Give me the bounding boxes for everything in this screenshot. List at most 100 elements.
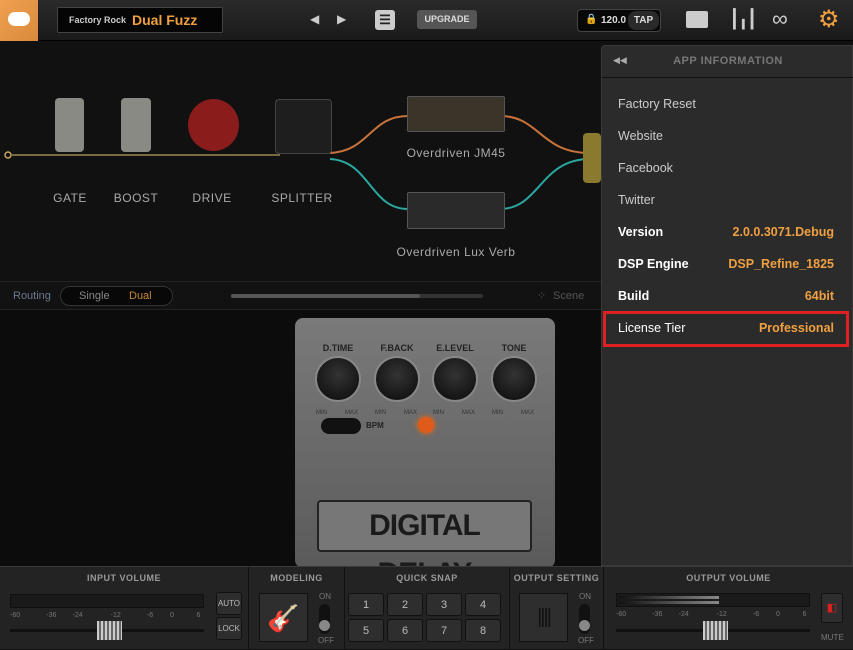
preset-list-icon[interactable] (686, 11, 708, 28)
row-label: Version (618, 225, 664, 239)
volume-tick-label: 6 (196, 612, 201, 619)
cloud-logo-icon[interactable] (0, 0, 38, 41)
splitter-module[interactable] (275, 99, 332, 154)
guitar-icon[interactable]: 🎸 (259, 593, 308, 642)
tempo-value[interactable]: 120.0 (601, 15, 626, 26)
knob-min-label: MIN (316, 410, 327, 416)
knob-max-label: MAX (404, 410, 418, 416)
volume-tick-label: 0 (776, 611, 780, 618)
snap-4[interactable]: 4 (465, 593, 501, 616)
snap-6[interactable]: 6 (387, 619, 423, 642)
tap-button[interactable]: TAP (628, 11, 659, 30)
snap-3[interactable]: 3 (426, 593, 462, 616)
boost-pedal[interactable] (121, 98, 151, 152)
knob-min-label: MIN (492, 410, 503, 416)
mixer-icon[interactable]: ┃╻┃ (729, 9, 757, 30)
volume-tick-label: 0 (170, 612, 174, 619)
fback-knob[interactable] (374, 356, 420, 402)
bpm-switch[interactable] (321, 418, 361, 434)
dsp-engine-row: DSP Engine DSP_Refine_1825 (618, 254, 834, 274)
mute-icon[interactable]: ◧ (821, 593, 843, 623)
led-indicator (418, 417, 434, 433)
link-label[interactable]: Website (618, 129, 663, 143)
link-label[interactable]: Factory Reset (618, 97, 696, 111)
row-value: DSP_Refine_1825 (728, 257, 834, 271)
volume-tick-label: -12 (716, 611, 727, 618)
routing-single[interactable]: Single (79, 290, 110, 302)
chain-label: SPLITTER (271, 191, 333, 205)
routing-label: Routing (13, 290, 51, 302)
routing-dual[interactable]: Dual (129, 290, 152, 302)
tone-knob[interactable] (491, 356, 537, 402)
build-row: Build 64bit (618, 286, 834, 306)
modeling-section: MODELING 🎸 ON OFF (249, 567, 345, 650)
chain-label: GATE (53, 191, 87, 205)
bank-name: Factory Rock (69, 15, 127, 25)
snap-1[interactable]: 1 (348, 593, 384, 616)
snap-5[interactable]: 5 (348, 619, 384, 642)
pedal-stage: D.TIME F.BACK E.LEVEL TONE MIN MAX MIN M… (0, 310, 601, 590)
row-label: DSP Engine (618, 257, 689, 271)
section-title: QUICK SNAP (396, 573, 458, 583)
section-title: INPUT VOLUME (86, 573, 161, 583)
link-label[interactable]: Twitter (618, 193, 655, 207)
knob-min-label: MIN (433, 410, 444, 416)
gear-icon[interactable]: ⚙ (818, 5, 840, 34)
output-slider-handle[interactable] (703, 621, 728, 640)
cabinet-icon[interactable]: |||| (519, 593, 568, 642)
next-preset-icon[interactable]: ▶ (337, 12, 346, 26)
upgrade-button[interactable]: UPGRADE (417, 10, 477, 29)
scene-button[interactable]: Scene (553, 290, 584, 302)
row-label: License Tier (618, 321, 686, 335)
modeling-toggle[interactable] (319, 604, 330, 634)
auto-button[interactable]: AUTO (216, 592, 242, 615)
elevel-knob[interactable] (432, 356, 478, 402)
link-label[interactable]: Facebook (618, 161, 673, 175)
snap-2[interactable]: 2 (387, 593, 423, 616)
section-title: OUTPUT VOLUME (686, 573, 771, 583)
menu-icon[interactable]: ☰ (375, 10, 395, 30)
input-slider-handle[interactable] (97, 621, 122, 640)
amp-jm45[interactable] (407, 96, 505, 132)
row-value: 64bit (804, 289, 834, 303)
volume-tick-label: -6 (146, 612, 154, 619)
lock-button[interactable]: LOCK (216, 617, 242, 640)
section-title: MODELING (270, 573, 323, 583)
scene-icon[interactable]: ⁘ (537, 289, 546, 302)
row-value: Professional (758, 321, 834, 335)
knob-min-label: MIN (375, 410, 386, 416)
facebook-link[interactable]: Facebook (618, 158, 834, 178)
knob-max-label: MAX (462, 410, 476, 416)
prev-preset-icon[interactable]: ◀ (310, 12, 319, 26)
amp-lux-verb[interactable] (407, 192, 505, 229)
gate-pedal[interactable] (55, 98, 84, 152)
snap-8[interactable]: 8 (465, 619, 501, 642)
volume-tick-label: -24 (72, 612, 83, 619)
volume-tick-label: -24 (678, 611, 689, 618)
output-meter (616, 593, 810, 607)
lock-icon[interactable]: 🔒 (585, 14, 597, 25)
cab-module[interactable] (583, 133, 601, 183)
output-toggle[interactable] (579, 604, 590, 634)
amp-label: Overdriven Lux Verb (396, 245, 516, 259)
routing-bar: Routing Single Dual ⁘ Scene (0, 281, 601, 310)
on-label: ON (319, 592, 331, 601)
loop-icon[interactable]: ∞ (772, 6, 788, 32)
dtime-knob[interactable] (315, 356, 361, 402)
preset-selector[interactable]: Factory Rock Dual Fuzz (57, 7, 223, 33)
chain-scrollbar[interactable] (231, 294, 483, 298)
website-link[interactable]: Website (618, 126, 834, 146)
output-volume-section: OUTPUT VOLUME -60 -36 -24 -12 -6 0 6 ◧ MUTE (604, 567, 853, 650)
volume-tick-label: -60 (10, 612, 21, 619)
bottom-bar: INPUT VOLUME -60 -36 -24 -12 -6 0 6 AUTO LOCK … (0, 566, 853, 650)
row-label: Build (618, 289, 650, 303)
twitter-link[interactable]: Twitter (618, 190, 834, 210)
factory-reset-link[interactable]: Factory Reset (618, 94, 834, 114)
chain-label: BOOST (113, 191, 159, 205)
snap-7[interactable]: 7 (426, 619, 462, 642)
drive-pedal[interactable] (188, 99, 239, 151)
routing-toggle: Single Dual (60, 286, 173, 306)
volume-tick-label: -36 (652, 611, 663, 618)
pedal-name: DIGITAL DELAY (317, 500, 532, 590)
on-label: ON (579, 592, 591, 601)
